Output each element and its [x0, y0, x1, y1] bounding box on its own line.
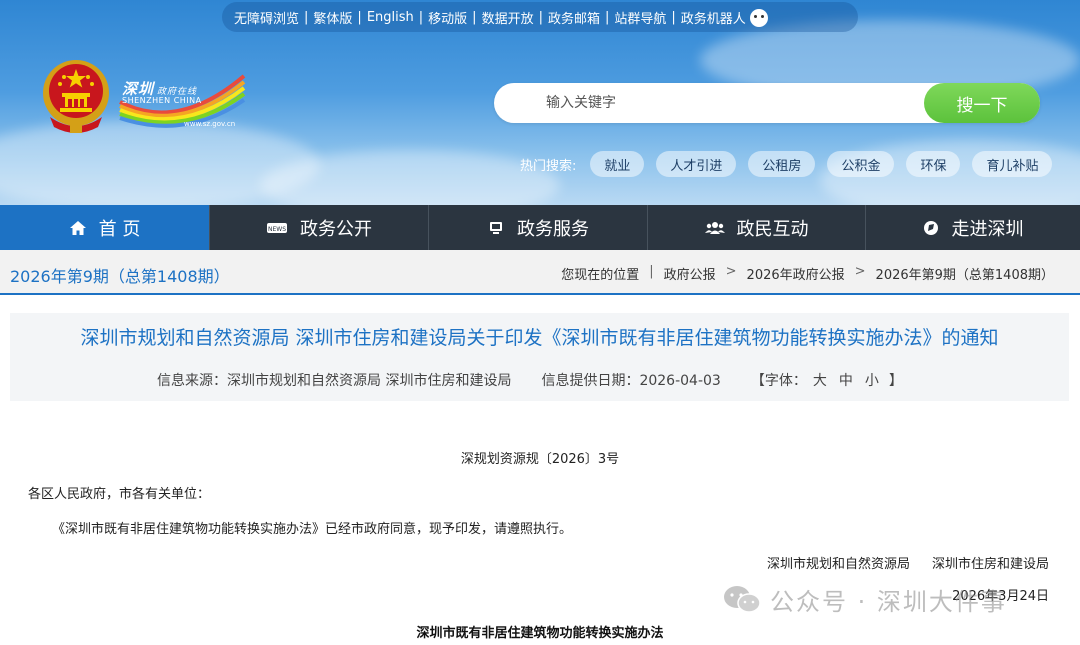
separator: |: [418, 9, 424, 25]
nav-gov-services-label: 政务服务: [517, 218, 589, 240]
breadcrumb-separator: >: [854, 264, 866, 279]
english-link[interactable]: English: [367, 10, 414, 25]
hot-tag-environment[interactable]: 环保: [906, 151, 961, 177]
font-small-button[interactable]: 小: [865, 373, 879, 389]
national-emblem-icon: [43, 60, 109, 133]
separator: |: [604, 9, 610, 25]
nav-gov-affairs-open-label: 政务公开: [300, 218, 372, 240]
breadcrumb-separator: |: [649, 264, 654, 279]
info-date: 信息提供日期：2026-04-03: [541, 373, 721, 389]
accessibility-link[interactable]: 无障碍浏览: [234, 8, 299, 27]
search-button[interactable]: 搜一下: [924, 83, 1040, 123]
hot-tag-talent[interactable]: 人才引进: [656, 151, 737, 177]
separator: |: [538, 9, 543, 25]
nav-interaction[interactable]: 政民互动: [648, 205, 866, 250]
nav-about-shenzhen[interactable]: 走进深圳: [866, 205, 1079, 250]
info-source: 信息来源：深圳市规划和自然资源局 深圳市住房和建设局: [157, 373, 512, 389]
watermark: 公众号 · 深圳大件事: [722, 582, 1007, 617]
nav-home[interactable]: 首 页: [0, 205, 210, 250]
attachment-title: 深圳市既有非居住建筑物功能转换实施办法: [416, 626, 664, 641]
nav-gov-services[interactable]: 政务服务: [429, 205, 648, 250]
mobile-version-link[interactable]: 移动版: [428, 8, 467, 27]
svg-text:NEWS: NEWS: [268, 226, 286, 233]
watermark-text: 公众号 · 深圳大件事: [770, 588, 1007, 616]
separator: |: [304, 9, 309, 25]
addressee: 各区人民政府，市各有关单位：: [28, 487, 211, 502]
hot-tag-public-housing[interactable]: 公租房: [748, 151, 816, 177]
nav-about-shenzhen-label: 走进深圳: [951, 218, 1024, 240]
article-header: 深圳市规划和自然资源局 深圳市住房和建设局关于印发《深圳市既有非居住建筑物功能转…: [10, 313, 1069, 401]
sz-gov-logo[interactable]: 深圳 政府在线 SHENZHEN CHINA www.sz.gov.cn: [118, 72, 248, 130]
nav-interaction-label: 政民互动: [736, 218, 809, 240]
header-banner: 无障碍浏览 | 繁体版 | English | 移动版 | 数据开放 | 政务邮…: [0, 0, 1080, 205]
font-large-button[interactable]: 大: [813, 373, 827, 389]
font-label-close: 】: [888, 373, 903, 389]
gov-robot-link[interactable]: 政务机器人: [681, 8, 746, 27]
hot-tag-childcare-subsidy[interactable]: 育儿补贴: [972, 151, 1053, 177]
hot-tag-housing-fund[interactable]: 公积金: [827, 151, 895, 177]
breadcrumb-location-label: 您现在的位置: [561, 268, 640, 283]
breadcrumb: 您现在的位置 | 政府公报 > 2026年政府公报 > 2026年第9期（总第1…: [561, 264, 1054, 283]
font-size-control: 【字体： 大中小】: [751, 370, 903, 390]
breadcrumb-separator: >: [725, 264, 737, 279]
breadcrumb-current-issue[interactable]: 2026年第9期（总第1408期）: [876, 264, 1054, 283]
monitor-icon: [490, 221, 502, 234]
issue-title: 2026年第9期（总第1408期）: [10, 267, 230, 286]
article-title: 深圳市规划和自然资源局 深圳市住房和建设局关于印发《深圳市既有非居住建筑物功能转…: [80, 327, 999, 349]
breadcrumb-bar: 2026年第9期（总第1408期） 您现在的位置 | 政府公报 > 2026年政…: [0, 250, 1080, 295]
issuing-agencies: 深圳市规划和自然资源局 深圳市住房和建设局: [767, 553, 1049, 572]
traditional-chinese-link[interactable]: 繁体版: [313, 8, 352, 27]
separator: |: [472, 9, 477, 25]
site-navigation-link[interactable]: 站群导航: [614, 8, 666, 27]
news-icon: NEWS: [267, 222, 287, 233]
search-input[interactable]: [508, 83, 918, 123]
open-data-link[interactable]: 数据开放: [482, 8, 534, 27]
compass-icon: [923, 220, 938, 235]
top-utility-bar: 无障碍浏览 | 繁体版 | English | 移动版 | 数据开放 | 政务邮…: [222, 2, 858, 32]
document-number: 深规划资源规〔2026〕3号: [460, 452, 620, 467]
article-meta: 信息来源：深圳市规划和自然资源局 深圳市住房和建设局 信息提供日期：2026-0…: [157, 370, 903, 390]
wechat-icon: [724, 585, 761, 613]
issuer-housing: 深圳市住房和建设局: [931, 557, 1049, 572]
font-medium-button[interactable]: 中: [839, 373, 853, 389]
people-icon: [704, 221, 725, 234]
robot-icon[interactable]: [749, 9, 768, 27]
font-label: 【字体：: [750, 373, 807, 389]
hot-search: 热门搜索: 就业 人才引进 公租房 公积金 环保 育儿补贴: [520, 151, 1064, 177]
breadcrumb-gov-gazette[interactable]: 政府公报: [664, 264, 716, 283]
main-navigation: 首 页 NEWS 政务公开 政务服务 政民互动 走进深圳: [0, 205, 1080, 250]
breadcrumb-2026-gazette[interactable]: 2026年政府公报: [747, 264, 845, 283]
separator: |: [357, 9, 362, 25]
hot-search-label: 热门搜索:: [520, 158, 577, 174]
nav-home-label: 首 页: [98, 218, 141, 240]
hot-tag-employment[interactable]: 就业: [590, 151, 645, 177]
gov-mail-link[interactable]: 政务邮箱: [548, 8, 600, 27]
issuer-planning: 深圳市规划和自然资源局: [766, 557, 910, 572]
separator: |: [671, 9, 676, 25]
nav-gov-affairs-open[interactable]: NEWS 政务公开: [210, 205, 429, 250]
logo-url-text: www.sz.gov.cn: [184, 120, 236, 128]
body-paragraph: 《深圳市既有非居住建筑物功能转换实施办法》已经市政府同意，现予印发，请遵照执行。: [52, 522, 573, 537]
search-box: 搜一下: [494, 83, 1040, 123]
home-icon: [69, 220, 86, 235]
logo-english-text: SHENZHEN CHINA: [122, 96, 202, 105]
